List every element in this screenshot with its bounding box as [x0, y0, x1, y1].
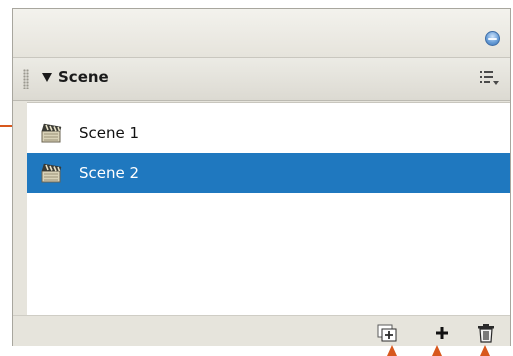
panel-title: Scene: [58, 68, 109, 86]
drag-grip-icon[interactable]: [23, 69, 29, 89]
delete-scene-button[interactable]: [474, 322, 498, 344]
panel-options-menu-icon[interactable]: [480, 70, 499, 86]
scene-label: Scene 1: [79, 124, 140, 142]
scene-list: Scene 1 Scene 2: [27, 102, 510, 315]
clapperboard-icon: [41, 123, 62, 143]
clapperboard-icon: [41, 163, 62, 183]
scene-row-selected[interactable]: Scene 2: [27, 153, 510, 193]
callout-pointer: [432, 345, 442, 356]
triangle-down-icon[interactable]: [42, 73, 52, 82]
panel-header[interactable]: Scene: [13, 58, 510, 101]
scene-row[interactable]: Scene 1: [27, 113, 510, 153]
scene-label: Scene 2: [79, 164, 140, 182]
callout-pointer: [387, 345, 397, 356]
callout-pointer: [480, 345, 490, 356]
add-scene-button[interactable]: [430, 322, 454, 344]
duplicate-scene-button[interactable]: [375, 322, 399, 344]
panel-footer: [13, 315, 510, 346]
panel-collapse-icon[interactable]: [485, 31, 500, 46]
scene-panel: Scene Scene 1 Scene 2: [12, 8, 511, 346]
panel-titlebar: [13, 9, 510, 58]
